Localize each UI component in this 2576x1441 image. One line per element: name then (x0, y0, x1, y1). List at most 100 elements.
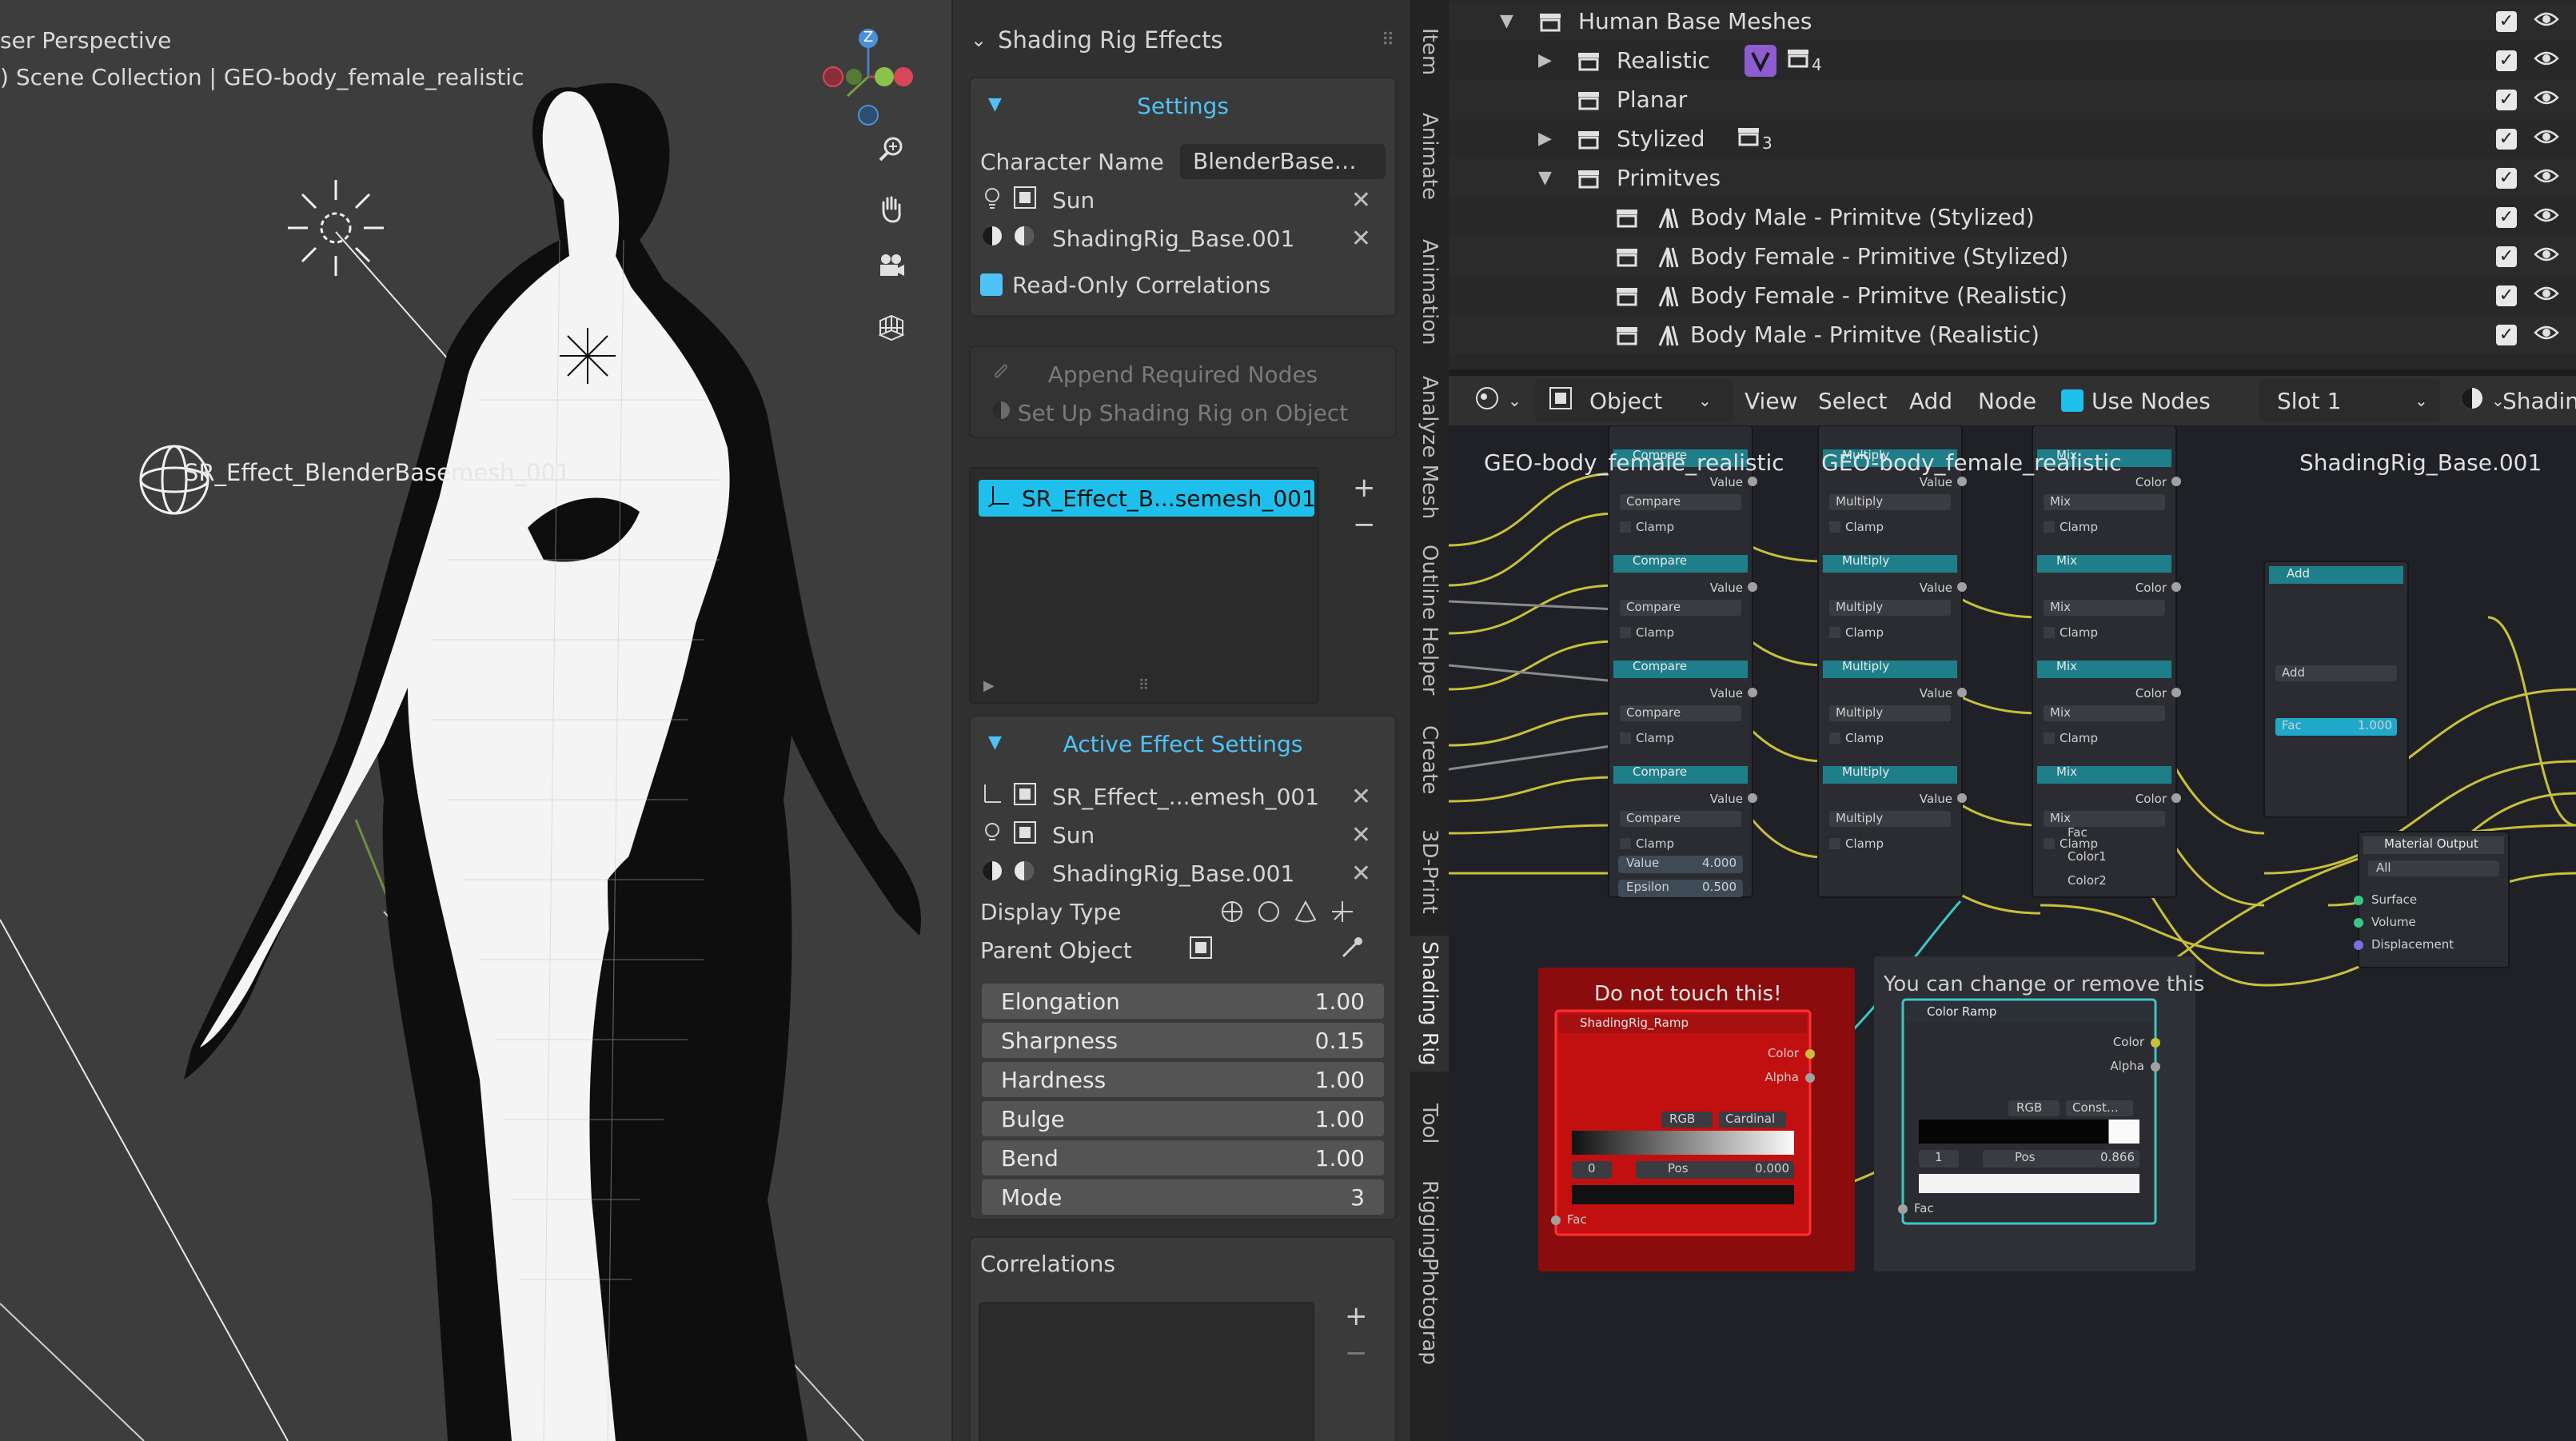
expand-right-icon[interactable]: ▶ (1538, 129, 1552, 149)
remove-correlation-icon[interactable]: − (1345, 1337, 1368, 1369)
add-effect-icon[interactable]: + (1353, 472, 1376, 504)
clear-active-rig-icon[interactable]: ✕ (1351, 860, 1371, 888)
menu-add[interactable]: Add (1909, 388, 1952, 414)
tab-outline-helper[interactable]: Outline Helper (1410, 536, 1449, 704)
eye-icon[interactable] (2534, 323, 2559, 347)
tab-create[interactable]: Create (1410, 712, 1449, 808)
expand-down-icon[interactable]: ▼ (1538, 168, 1552, 188)
outliner-row[interactable]: ▶ Stylized 3 ✓ (1449, 119, 2576, 158)
active-light-field[interactable]: Sun (1052, 822, 1095, 848)
exclude-checkbox[interactable]: ✓ (2496, 285, 2517, 306)
outliner-row[interactable]: ▼ Human Base Meshes ✓ (1449, 2, 2576, 41)
parent-object-field[interactable] (1188, 935, 1340, 966)
display-cone-icon[interactable] (1294, 900, 1318, 924)
eye-icon[interactable] (2534, 284, 2559, 308)
menu-node[interactable]: Node (1978, 388, 2036, 414)
exclude-checkbox[interactable]: ✓ (2496, 128, 2517, 150)
use-nodes-checkbox[interactable] (2061, 389, 2084, 412)
eye-icon[interactable] (2534, 49, 2559, 73)
expand-right-icon[interactable]: ▶ (1538, 50, 1552, 70)
light-object-field[interactable]: Sun (1052, 187, 1095, 214)
exclude-checkbox[interactable]: ✓ (2496, 167, 2517, 189)
menu-view[interactable]: View (1745, 388, 1797, 414)
display-circle-icon[interactable] (1257, 900, 1281, 924)
active-rig-field[interactable]: ShadingRig_Base.001 (1052, 860, 1294, 887)
viewport-scene[interactable] (0, 0, 951, 1441)
eye-icon[interactable] (2534, 10, 2559, 34)
exclude-checkbox[interactable]: ✓ (2496, 50, 2517, 71)
outliner-row[interactable]: ▶ Realistic 4 ✓ (1449, 41, 2576, 80)
clear-active-light-icon[interactable]: ✕ (1351, 821, 1371, 849)
tab-item[interactable]: Item (1410, 16, 1449, 88)
exclude-checkbox[interactable]: ✓ (2496, 324, 2517, 345)
display-arrows-icon[interactable] (1330, 900, 1354, 924)
eye-icon[interactable] (2534, 127, 2559, 151)
remove-effect-icon[interactable]: − (1353, 509, 1376, 541)
node-editor-canvas[interactable]: GEO-body_female_realistic GEO-body_femal… (1449, 425, 2576, 1441)
node-tree-icon[interactable] (1012, 224, 1052, 253)
camera-view-icon[interactable] (868, 243, 915, 289)
outliner-row[interactable]: Body Female - Primitive (Stylized) ✓ (1449, 237, 2576, 276)
display-type-options[interactable] (1220, 900, 1354, 924)
exclude-checkbox[interactable]: ✓ (2496, 89, 2517, 110)
append-nodes-button[interactable]: Append Required Nodes (980, 357, 1386, 392)
eye-icon[interactable] (2534, 206, 2559, 230)
breadcrumb-material[interactable]: ShadingRig_Base.001 (2299, 449, 2542, 476)
param-elongation-slider[interactable]: Elongation 1.00 (982, 984, 1384, 1019)
effects-list[interactable]: SR_Effect_B...semesh_001 ▶ ⠿ (969, 467, 1319, 704)
exclude-checkbox[interactable]: ✓ (2496, 245, 2517, 267)
tab-photograp[interactable]: Photograp (1410, 1258, 1449, 1365)
param-mode-slider[interactable]: Mode 3 (982, 1180, 1384, 1215)
clear-effect-icon[interactable]: ✕ (1351, 783, 1371, 811)
shading-rig-field[interactable]: ShadingRig_Base.001 (1052, 226, 1294, 252)
3d-viewport[interactable]: ser Perspective ) Scene Collection | GEO… (0, 0, 951, 1441)
clear-light-icon[interactable]: ✕ (1351, 186, 1371, 214)
menu-select[interactable]: Select (1818, 388, 1887, 414)
chevron-down-icon[interactable]: ⌄ (1508, 391, 1521, 410)
exclude-checkbox[interactable]: ✓ (2496, 10, 2517, 32)
eye-icon[interactable] (2534, 245, 2559, 269)
list-resize-handle-icon[interactable]: ⠿ (1138, 677, 1149, 694)
drag-handle-icon[interactable]: ⠿ (1382, 30, 1394, 50)
param-sharpness-slider[interactable]: Sharpness 0.15 (982, 1023, 1384, 1058)
object-select-icon[interactable] (1012, 781, 1052, 812)
panel-header[interactable]: ⌄ Shading Rig Effects ⠿ (953, 18, 1412, 62)
tab-tool[interactable]: Tool (1410, 1080, 1449, 1168)
object-select-icon[interactable] (1012, 185, 1052, 216)
tab-rigging[interactable]: Rigging (1410, 1176, 1449, 1263)
tab-analyze-mesh[interactable]: Analyze Mesh (1410, 368, 1449, 528)
correlations-list[interactable] (979, 1302, 1314, 1441)
tab-animate[interactable]: Animate (1410, 96, 1449, 216)
clear-shading-rig-icon[interactable]: ✕ (1351, 225, 1371, 253)
param-hardness-slider[interactable]: Hardness 1.00 (982, 1062, 1384, 1097)
material-sphere-icon[interactable] (2459, 385, 2485, 417)
outliner-row[interactable]: Body Male - Primitve (Realistic) ✓ (1449, 315, 2576, 354)
outliner-row[interactable]: Planar ✓ (1449, 80, 2576, 119)
outliner-row[interactable]: ▼ Primitves ✓ (1449, 158, 2576, 198)
ortho-grid-icon[interactable] (868, 302, 915, 349)
character-name-field[interactable]: BlenderBase… (1180, 144, 1386, 179)
tab-animation[interactable]: Animation (1410, 224, 1449, 360)
node-graph[interactable] (1449, 425, 2576, 1441)
eye-icon[interactable] (2534, 166, 2559, 190)
active-effect-field[interactable]: SR_Effect_...emesh_001 (1052, 784, 1319, 810)
add-correlation-icon[interactable]: + (1345, 1300, 1368, 1332)
eyedropper-icon[interactable] (1340, 936, 1364, 965)
tab-3d-print[interactable]: 3D-Print (1410, 816, 1449, 928)
node-tree-icon[interactable] (1012, 859, 1052, 888)
eye-icon[interactable] (2534, 88, 2559, 112)
effects-list-item-selected[interactable]: SR_Effect_B...semesh_001 (979, 480, 1316, 517)
setup-rig-button[interactable]: Set Up Shading Rig on Object (980, 395, 1386, 430)
read-only-checkbox[interactable] (980, 273, 1003, 296)
pan-hand-icon[interactable] (868, 186, 915, 232)
editor-type-icon[interactable] (1474, 384, 1503, 418)
read-only-row[interactable]: Read-Only Correlations (980, 267, 1386, 302)
expand-arrow-icon[interactable]: ▶ (983, 677, 995, 694)
chevron-down-icon[interactable]: ⌄ (971, 29, 987, 51)
zoom-icon[interactable] (868, 126, 915, 173)
outliner-row[interactable]: Body Male - Primitve (Stylized) ✓ (1449, 198, 2576, 237)
expand-down-icon[interactable]: ▼ (1500, 11, 1513, 31)
tab-shading-rig[interactable]: Shading Rig (1410, 936, 1449, 1072)
outliner-row[interactable]: Body Female - Primitve (Realistic) ✓ (1449, 276, 2576, 315)
display-sphere-icon[interactable] (1220, 900, 1244, 924)
